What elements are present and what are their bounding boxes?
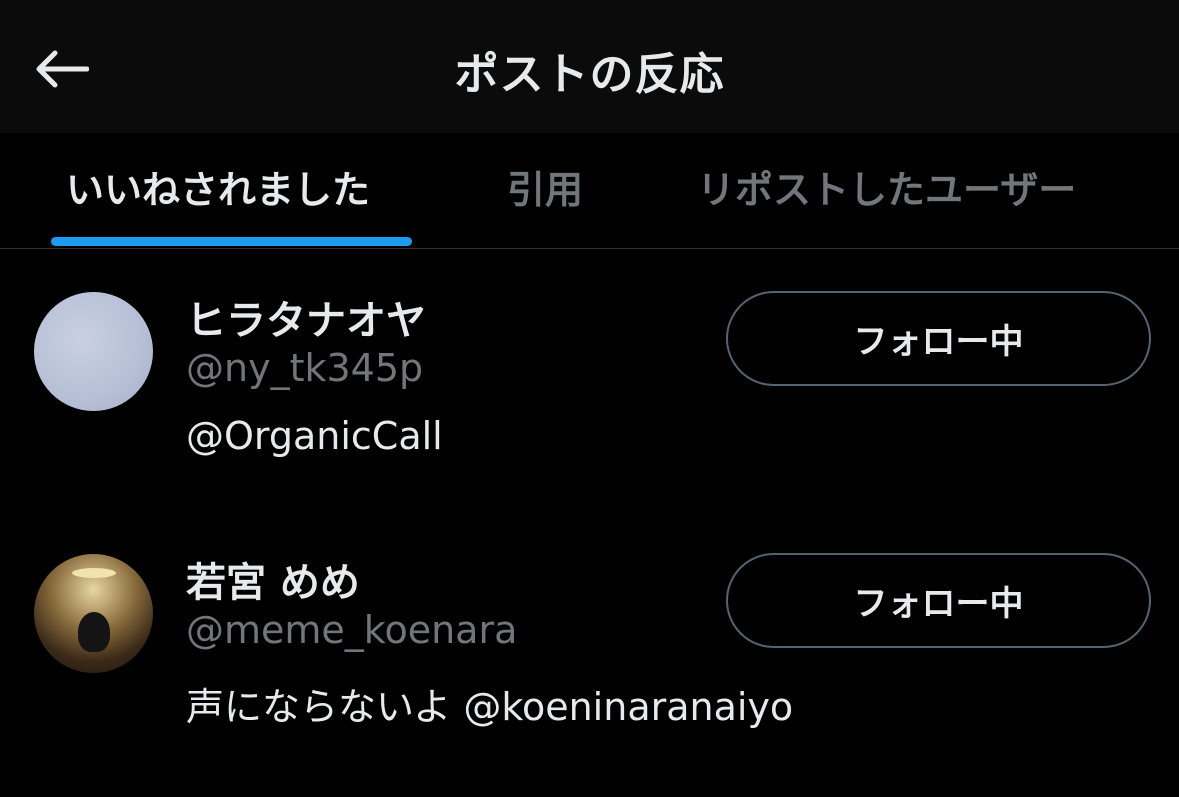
following-button[interactable]: フォロー中 xyxy=(726,553,1151,648)
avatar[interactable] xyxy=(34,292,153,411)
tab-likes[interactable]: いいねされました xyxy=(66,159,370,214)
avatar-photo-detail xyxy=(72,568,116,578)
top-bar: ポストの反応 xyxy=(0,0,1179,133)
tab-bar: いいねされました 引用 リポストしたユーザー xyxy=(0,133,1179,249)
user-display-name: ヒラタナオヤ xyxy=(186,298,426,344)
user-list-item[interactable]: ヒラタナオヤ @ny_tk345p @OrganicCall フォロー中 xyxy=(0,280,1179,530)
active-tab-indicator xyxy=(51,237,412,246)
page-title: ポストの反応 xyxy=(454,49,725,100)
following-button[interactable]: フォロー中 xyxy=(726,291,1151,386)
user-display-name: 若宮 めめ xyxy=(186,560,360,606)
user-handle: @meme_koenara xyxy=(186,608,518,652)
tab-quotes[interactable]: 引用 xyxy=(507,159,583,214)
user-handle: @ny_tk345p xyxy=(186,346,424,390)
post-reactions-screen: ポストの反応 いいねされました 引用 リポストしたユーザー ヒラタナオヤ @ny… xyxy=(0,0,1179,797)
user-bio: 声にならないよ @koeninaranaiyo xyxy=(186,685,794,729)
avatar-photo-detail xyxy=(78,612,110,652)
user-list-item[interactable]: 若宮 めめ @meme_koenara 声にならないよ @koeninarana… xyxy=(0,542,1179,792)
tab-reposts[interactable]: リポストしたユーザー xyxy=(697,159,1076,214)
user-bio: @OrganicCall xyxy=(186,414,443,458)
avatar[interactable] xyxy=(34,554,153,673)
